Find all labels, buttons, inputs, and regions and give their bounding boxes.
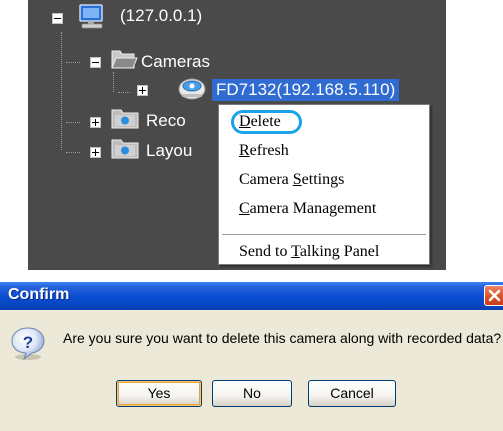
tree-connector	[66, 152, 80, 153]
context-menu: Delete Refresh Camera Settings Camera Ma…	[218, 104, 430, 265]
expand-toggle-camera[interactable]	[137, 85, 148, 96]
yes-button[interactable]: Yes	[116, 380, 202, 407]
menu-item-refresh[interactable]: Refresh	[239, 141, 289, 161]
folder-open-icon	[111, 50, 138, 69]
tree-layouts-label[interactable]: Layou	[146, 140, 192, 162]
tree-cameras-label[interactable]: Cameras	[141, 51, 210, 73]
menu-separator	[222, 234, 426, 235]
confirm-dialog: Confirm ? Are you sure you want to delet…	[0, 282, 503, 431]
close-button[interactable]	[484, 285, 503, 306]
tree-recordings-label[interactable]: Reco	[146, 110, 186, 132]
dialog-titlebar[interactable]: Confirm	[0, 282, 503, 310]
menu-item-camera-management[interactable]: Camera Management	[239, 199, 376, 219]
svg-text:?: ?	[23, 333, 33, 352]
tree-connector	[66, 122, 80, 123]
expand-toggle-layouts[interactable]	[90, 147, 101, 158]
collapse-toggle-cameras[interactable]	[90, 57, 101, 68]
computer-icon	[79, 4, 103, 29]
dialog-title: Confirm	[8, 286, 70, 303]
menu-item-send-to-talking-panel[interactable]: Send to Talking Panel	[239, 242, 379, 262]
no-button[interactable]: No	[212, 380, 292, 407]
tree-camera-item[interactable]: FD7132(192.168.5.110)	[212, 79, 400, 101]
menu-item-delete[interactable]: Delete	[239, 112, 281, 132]
expand-toggle-recordings[interactable]	[90, 117, 101, 128]
folder-icon	[111, 109, 139, 129]
close-icon	[488, 289, 501, 302]
collapse-toggle-root[interactable]	[52, 13, 63, 24]
tree-connector	[113, 72, 114, 92]
dialog-message: Are you sure you want to delete this cam…	[63, 330, 502, 346]
tree-connector	[118, 92, 130, 93]
cancel-button[interactable]: Cancel	[308, 380, 396, 407]
tree-root-label[interactable]: (127.0.0.1)	[120, 5, 202, 27]
question-icon: ?	[11, 327, 45, 361]
camera-icon	[178, 78, 206, 100]
tree-connector	[61, 32, 62, 150]
tree-connector	[66, 62, 80, 63]
menu-item-camera-settings[interactable]: Camera Settings	[239, 170, 344, 190]
folder-icon	[111, 139, 139, 159]
